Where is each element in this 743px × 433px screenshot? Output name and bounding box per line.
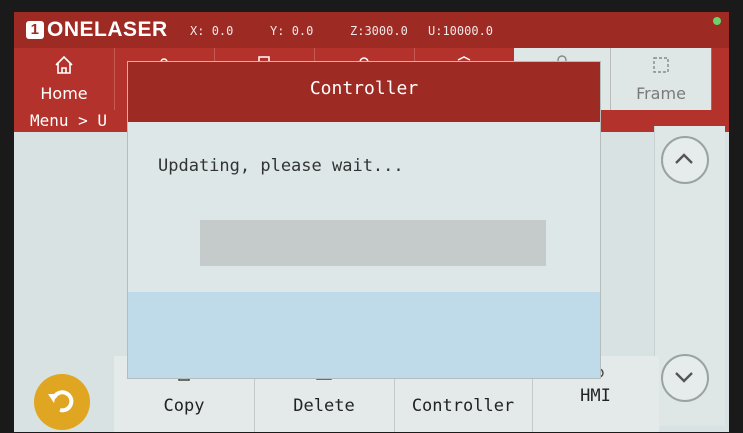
x-label: X: bbox=[190, 24, 205, 38]
frame-icon bbox=[653, 57, 669, 73]
logo-text: ONELASER bbox=[47, 18, 168, 41]
z-label: Z: bbox=[350, 24, 365, 38]
z-coordinate: Z:3000.0 bbox=[350, 24, 408, 38]
y-value: 0.0 bbox=[291, 24, 314, 38]
frame-label: Frame bbox=[636, 84, 686, 103]
controller-update-dialog: Controller Updating, please wait... bbox=[128, 62, 600, 378]
x-value: 0.0 bbox=[211, 24, 234, 38]
undo-icon bbox=[48, 390, 74, 413]
dialog-footer bbox=[128, 292, 600, 378]
dialog-body: Updating, please wait... bbox=[128, 122, 600, 292]
undo-button[interactable] bbox=[34, 374, 90, 430]
home-label: Home bbox=[40, 84, 88, 103]
u-coordinate: U:10000.0 bbox=[428, 24, 493, 38]
logo-badge: 1 bbox=[26, 21, 44, 39]
scroll-down-button[interactable] bbox=[661, 354, 709, 402]
controller-label: Controller bbox=[411, 396, 515, 416]
chevron-up-icon bbox=[675, 153, 693, 164]
breadcrumb: Menu > U bbox=[30, 111, 108, 130]
u-value: 10000.0 bbox=[442, 24, 494, 38]
x-coordinate: X: 0.0 bbox=[190, 24, 233, 38]
brand-logo: 1 ONELASER bbox=[26, 18, 168, 42]
top-status-bar: 1 ONELASER X: 0.0 Y: 0.0 Z:3000.0 U:10000… bbox=[14, 12, 729, 48]
device-screen: 1 ONELASER X: 0.0 Y: 0.0 Z:3000.0 U:10000… bbox=[14, 12, 729, 432]
u-label: U: bbox=[428, 24, 443, 38]
dialog-title: Controller bbox=[309, 78, 419, 99]
hmi-label: HMI bbox=[580, 386, 611, 406]
update-message: Updating, please wait... bbox=[158, 156, 404, 176]
dialog-header: Controller bbox=[128, 62, 600, 122]
z-value: 3000.0 bbox=[364, 24, 408, 38]
y-label: Y: bbox=[270, 24, 285, 38]
y-coordinate: Y: 0.0 bbox=[270, 24, 313, 38]
scroll-up-button[interactable] bbox=[661, 136, 709, 184]
chevron-down-icon bbox=[675, 372, 693, 383]
frame-button[interactable]: Frame bbox=[610, 48, 712, 110]
copy-label: Copy bbox=[163, 396, 205, 416]
delete-label: Delete bbox=[293, 396, 355, 416]
home-icon bbox=[55, 55, 73, 74]
home-button[interactable]: Home bbox=[14, 48, 115, 110]
status-led-icon bbox=[713, 17, 721, 25]
update-progress-bar bbox=[200, 220, 546, 266]
